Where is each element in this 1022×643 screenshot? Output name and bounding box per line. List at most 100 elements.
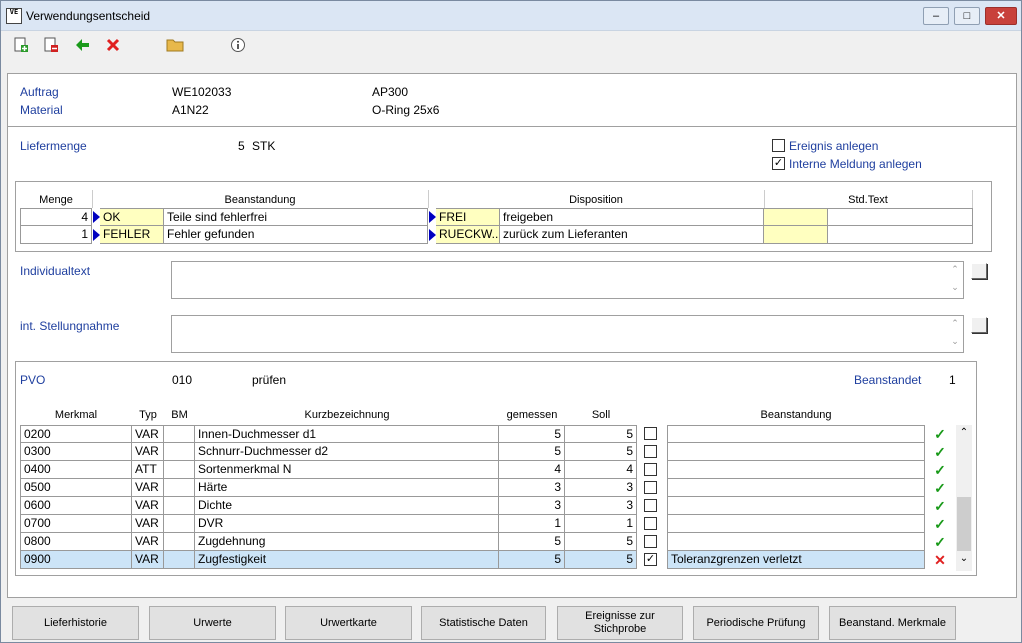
merkmal-cell[interactable]: 0700 <box>20 515 132 533</box>
urwertkarte-button[interactable]: Urwertkarte <box>285 606 412 640</box>
periodische-pruefung-button[interactable]: Periodische Prüfung <box>693 606 819 640</box>
soll-cell[interactable]: 5 <box>565 443 637 461</box>
cancel-x-icon[interactable] <box>104 37 122 55</box>
kurz-cell[interactable]: Zugdehnung <box>195 533 499 551</box>
stellungnahme-button[interactable] <box>971 317 987 333</box>
meldung-checkbox[interactable]: ✓ <box>772 157 785 170</box>
scroll-up-icon[interactable]: ⌃ <box>949 264 961 275</box>
lieferhistorie-button[interactable]: Lieferhistorie <box>12 606 139 640</box>
bm-cell[interactable] <box>164 425 195 443</box>
ereignis-checkbox[interactable] <box>772 139 785 152</box>
merkmal-cell[interactable]: 0600 <box>20 497 132 515</box>
close-button[interactable]: ✕ <box>985 7 1017 25</box>
maximize-button[interactable]: □ <box>954 7 980 25</box>
menge-cell[interactable]: 1 <box>20 226 92 244</box>
merkmal-cell[interactable]: 0400 <box>20 461 132 479</box>
std2-cell[interactable] <box>828 226 973 244</box>
bm-cell[interactable] <box>164 461 195 479</box>
typ-cell[interactable]: VAR <box>132 551 164 569</box>
beanstandung-cell[interactable] <box>667 425 925 443</box>
beanstandung-cell[interactable] <box>667 497 925 515</box>
gemessen-cell[interactable]: 1 <box>499 515 565 533</box>
gemessen-cell[interactable]: 5 <box>499 443 565 461</box>
typ-cell[interactable]: VAR <box>132 425 164 443</box>
gemessen-cell[interactable]: 5 <box>499 533 565 551</box>
typ-cell[interactable]: VAR <box>132 515 164 533</box>
kurz-cell[interactable]: DVR <box>195 515 499 533</box>
kurz-cell[interactable]: Härte <box>195 479 499 497</box>
grid-scrollbar[interactable]: ⌃ ⌄ <box>956 425 972 571</box>
bm-cell[interactable] <box>164 551 195 569</box>
kurz-cell[interactable]: Innen-Duchmesser d1 <box>195 425 499 443</box>
minimize-button[interactable]: – <box>923 7 949 25</box>
beanstandet-checkbox[interactable] <box>644 517 657 530</box>
soll-cell[interactable]: 3 <box>565 479 637 497</box>
folder-icon[interactable] <box>166 37 184 55</box>
scroll-up-icon[interactable]: ⌃ <box>956 427 972 438</box>
typ-cell[interactable]: VAR <box>132 479 164 497</box>
dtext-cell[interactable]: zurück zum Lieferanten <box>500 226 764 244</box>
std-cell[interactable] <box>764 226 828 244</box>
delete-doc-icon[interactable] <box>42 37 60 55</box>
dtext-cell[interactable]: freigeben <box>500 208 764 226</box>
merkmal-cell[interactable]: 0900 <box>20 551 132 569</box>
beanstandung-cell[interactable] <box>667 533 925 551</box>
gemessen-cell[interactable]: 3 <box>499 479 565 497</box>
merkmal-cell[interactable]: 0800 <box>20 533 132 551</box>
merkmal-cell[interactable]: 0500 <box>20 479 132 497</box>
kurz-cell[interactable]: Dichte <box>195 497 499 515</box>
text-cell[interactable]: Fehler gefunden <box>164 226 428 244</box>
scroll-down-icon[interactable]: ⌄ <box>949 336 961 347</box>
stellungnahme-field[interactable]: ⌃ ⌄ <box>171 315 964 353</box>
bm-cell[interactable] <box>164 497 195 515</box>
soll-cell[interactable]: 4 <box>565 461 637 479</box>
statistische-daten-button[interactable]: Statistische Daten <box>421 606 546 640</box>
bm-cell[interactable] <box>164 443 195 461</box>
scroll-down-icon[interactable]: ⌄ <box>956 553 972 564</box>
menge-cell[interactable]: 4 <box>20 208 92 226</box>
gemessen-cell[interactable]: 5 <box>499 425 565 443</box>
beanstandet-checkbox[interactable] <box>644 463 657 476</box>
gemessen-cell[interactable]: 4 <box>499 461 565 479</box>
bm-cell[interactable] <box>164 515 195 533</box>
merkmal-cell[interactable]: 0200 <box>20 425 132 443</box>
urwerte-button[interactable]: Urwerte <box>149 606 276 640</box>
typ-cell[interactable]: VAR <box>132 497 164 515</box>
std2-cell[interactable] <box>828 208 973 226</box>
beanstandung-cell[interactable] <box>667 479 925 497</box>
beanstandet-checkbox[interactable] <box>644 499 657 512</box>
beanstandung-cell[interactable] <box>667 443 925 461</box>
merkmal-cell[interactable]: 0300 <box>20 443 132 461</box>
dcode-cell[interactable]: RUECKW... <box>436 226 500 244</box>
gemessen-cell[interactable]: 3 <box>499 497 565 515</box>
bm-cell[interactable] <box>164 533 195 551</box>
back-arrow-icon[interactable] <box>73 37 91 55</box>
individualtext-button[interactable] <box>971 263 987 279</box>
typ-cell[interactable]: VAR <box>132 443 164 461</box>
individualtext-field[interactable]: ⌃ ⌄ <box>171 261 964 299</box>
std-cell[interactable] <box>764 208 828 226</box>
new-doc-icon[interactable] <box>12 37 30 55</box>
kurz-cell[interactable]: Schnurr-Duchmesser d2 <box>195 443 499 461</box>
code-cell[interactable]: OK <box>100 208 164 226</box>
beanstandung-cell[interactable]: Toleranzgrenzen verletzt <box>667 551 925 569</box>
text-cell[interactable]: Teile sind fehlerfrei <box>164 208 428 226</box>
soll-cell[interactable]: 1 <box>565 515 637 533</box>
typ-cell[interactable]: VAR <box>132 533 164 551</box>
code-cell[interactable]: FEHLER <box>100 226 164 244</box>
beanstandet-checkbox[interactable]: ✓ <box>644 553 657 566</box>
bm-cell[interactable] <box>164 479 195 497</box>
beanstandet-checkbox[interactable] <box>644 481 657 494</box>
beanstandung-cell[interactable] <box>667 515 925 533</box>
soll-cell[interactable]: 5 <box>565 425 637 443</box>
soll-cell[interactable]: 5 <box>565 551 637 569</box>
ereignisse-stichprobe-button[interactable]: Ereignisse zur Stichprobe <box>557 606 683 640</box>
beanstandet-checkbox[interactable] <box>644 445 657 458</box>
beanstandet-checkbox[interactable] <box>644 535 657 548</box>
soll-cell[interactable]: 3 <box>565 497 637 515</box>
beanstand-merkmale-button[interactable]: Beanstand. Merkmale <box>829 606 956 640</box>
dcode-cell[interactable]: FREI <box>436 208 500 226</box>
beanstandung-cell[interactable] <box>667 461 925 479</box>
scroll-up-icon[interactable]: ⌃ <box>949 318 961 329</box>
typ-cell[interactable]: ATT <box>132 461 164 479</box>
